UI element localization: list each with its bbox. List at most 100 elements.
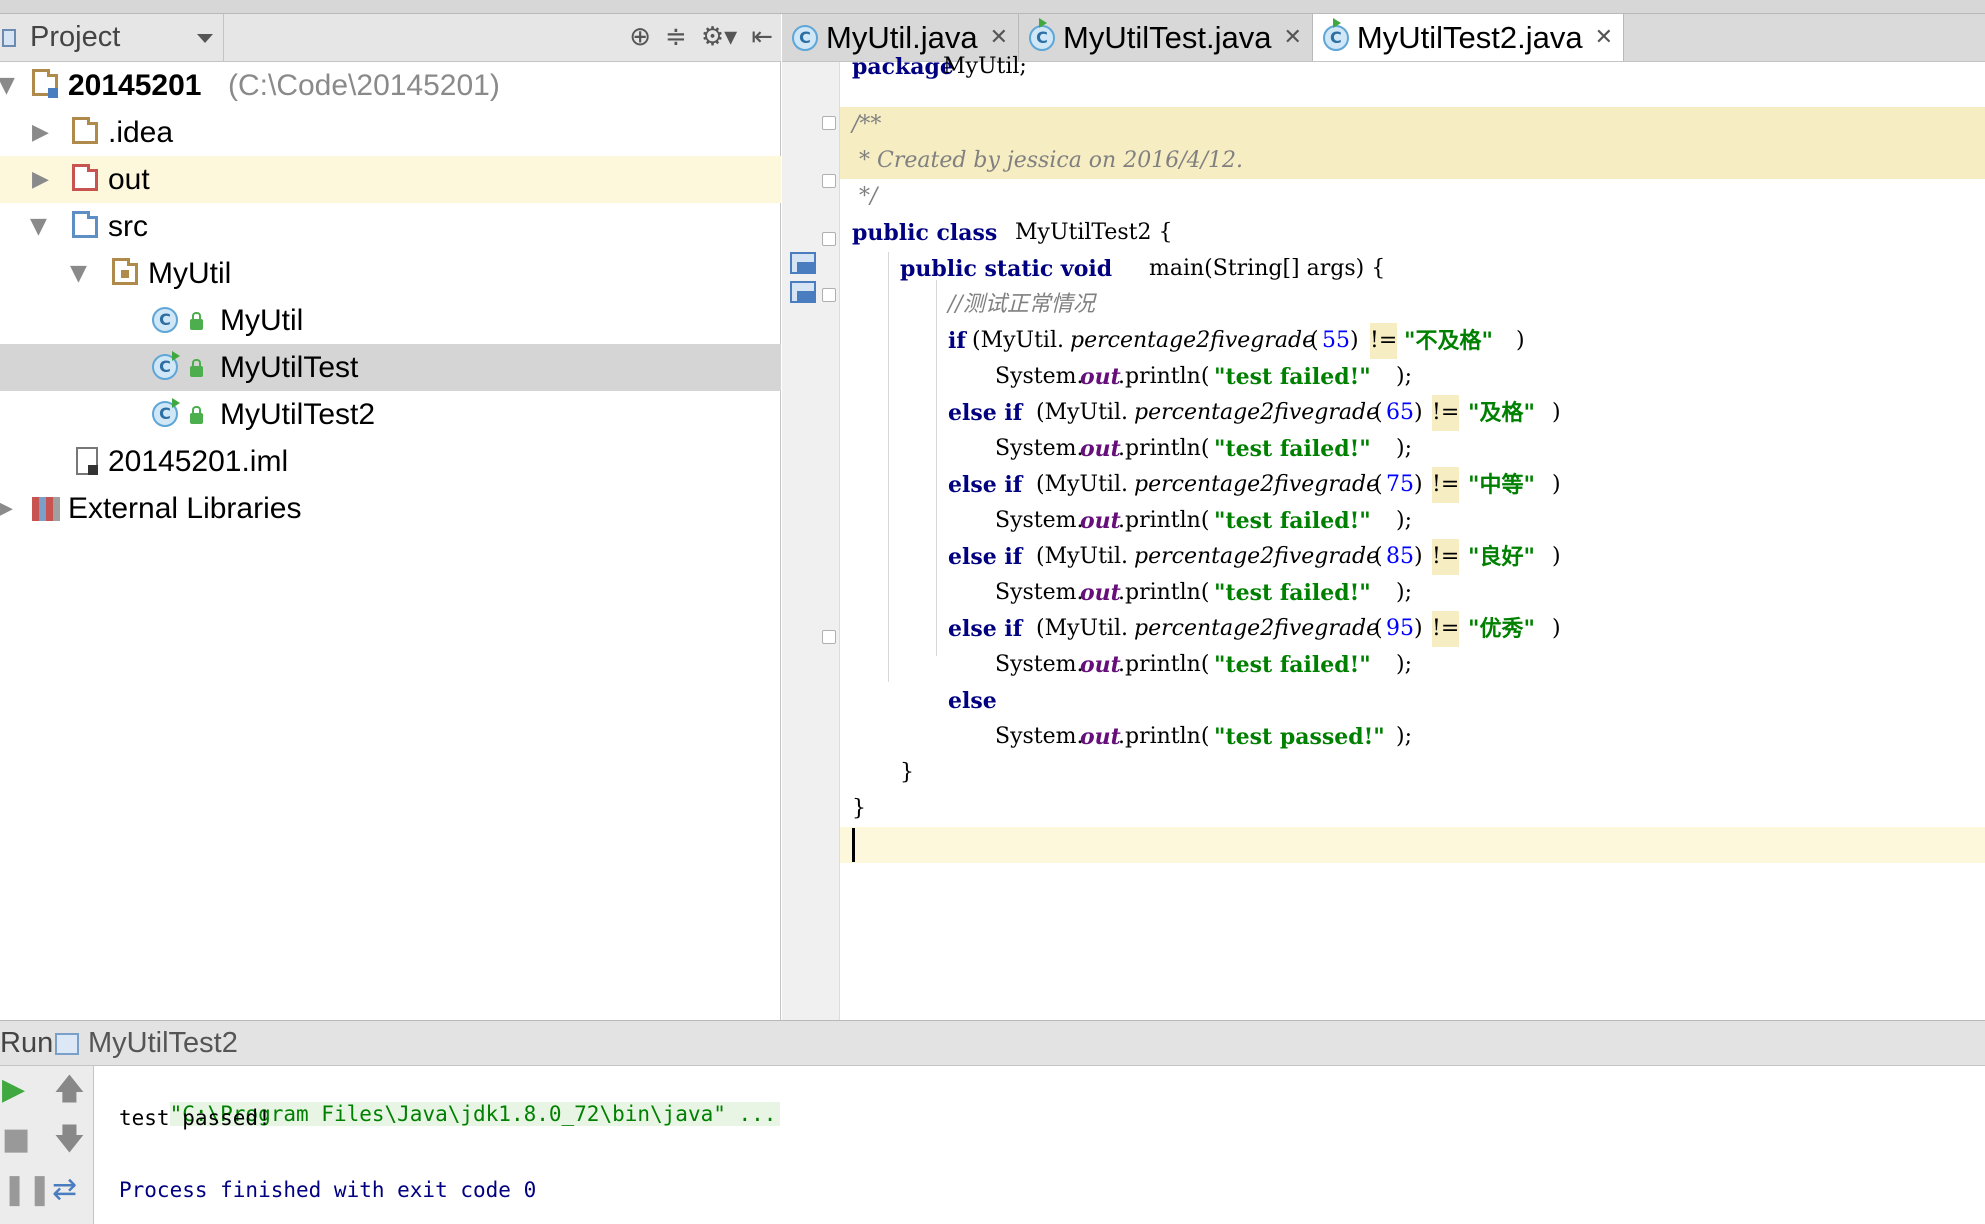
module-marker-icon xyxy=(48,88,58,98)
code-line: else if (MyUtil. percentage2fivegrade ( … xyxy=(840,395,1985,431)
tree-item-iml[interactable]: 20145201.iml xyxy=(0,438,781,485)
run-method-gutter-icon[interactable] xyxy=(790,281,816,303)
tree-item-label: MyUtilTest xyxy=(220,350,359,384)
soft-wrap-icon[interactable]: ⇄ xyxy=(52,1174,77,1206)
console-exit-line: Process finished with exit code 0 xyxy=(119,1178,537,1202)
editor-gutter xyxy=(782,62,840,1020)
tree-item-class-myutiltest[interactable]: C MyUtilTest xyxy=(0,344,781,391)
fold-marker-icon[interactable] xyxy=(822,630,836,644)
run-icon[interactable]: ▶ xyxy=(2,1074,25,1106)
tree-item-out[interactable]: ▶ out xyxy=(0,156,781,203)
close-icon[interactable]: ✕ xyxy=(1595,25,1613,50)
code-line: //测试正常情况 xyxy=(948,292,1095,317)
code-line: System. out .println( "test failed!" ); xyxy=(995,508,1412,534)
tree-item-label: 20145201.iml xyxy=(108,444,289,478)
tree-item-label: MyUtil xyxy=(220,303,304,337)
expand-arrow-icon[interactable]: ▼ xyxy=(30,214,47,239)
tree-item-path: (C:\Code\20145201) xyxy=(228,68,500,102)
collapse-icon[interactable]: ≑ xyxy=(665,22,687,52)
fold-marker-icon[interactable] xyxy=(822,116,836,130)
run-marker-icon xyxy=(172,351,180,361)
run-panel-header: Run MyUtilTest2 xyxy=(0,1020,1985,1066)
project-view-selector[interactable]: Project xyxy=(0,14,224,61)
code-line: System. out .println( "test failed!" ); xyxy=(995,652,1412,678)
up-arrow-icon[interactable]: 🡅 xyxy=(54,1074,85,1106)
tree-item-label: MyUtil xyxy=(148,256,232,290)
code-line: else xyxy=(948,688,997,714)
run-class-gutter-icon[interactable] xyxy=(790,252,816,274)
code-line: if (MyUtil. percentage2fivegrade ( 55 ) … xyxy=(840,323,1985,359)
run-console[interactable]: "C:\Program Files\Java\jdk1.8.0_72\bin\j… xyxy=(95,1066,1985,1224)
source-folder-icon xyxy=(72,211,98,238)
tree-item-label: out xyxy=(108,162,150,196)
runnable-class-icon: C xyxy=(1029,24,1056,51)
tree-item-label: src xyxy=(108,209,148,243)
project-tree: ▼ 20145201 (C:\Code\20145201) ▶ .idea ▶ … xyxy=(0,62,781,1020)
fold-marker-icon[interactable] xyxy=(822,232,836,246)
stop-icon[interactable]: ■ xyxy=(2,1124,30,1156)
project-toolbar: ⊕ ≑ ⚙▾ ⇤ xyxy=(629,22,773,52)
lock-icon xyxy=(190,359,203,377)
close-icon[interactable]: ✕ xyxy=(1283,25,1301,50)
hide-icon[interactable]: ⇤ xyxy=(751,22,773,52)
collapsed-arrow-icon[interactable]: ▶ xyxy=(0,496,13,521)
excluded-folder-icon xyxy=(72,164,98,191)
project-icon xyxy=(2,28,16,47)
window-top-strip xyxy=(0,0,1985,14)
code-line: public class MyUtilTest2 { xyxy=(852,220,1173,246)
collapsed-arrow-icon[interactable]: ▶ xyxy=(32,120,49,145)
run-marker-icon xyxy=(1332,18,1341,28)
run-marker-icon xyxy=(172,398,180,408)
class-icon: C xyxy=(792,24,818,51)
code-line: * Created by jessica on 2016/4/12. xyxy=(840,143,1985,179)
tree-item-idea[interactable]: ▶ .idea xyxy=(0,109,781,156)
run-marker-icon xyxy=(1039,18,1048,28)
code-line: package MyUtil; xyxy=(852,54,1027,80)
code-line: } xyxy=(852,796,866,821)
tree-item-root[interactable]: ▼ 20145201 (C:\Code\20145201) xyxy=(0,62,781,109)
project-panel-title: Project xyxy=(30,21,121,53)
tree-item-external-libraries[interactable]: ▶ External Libraries xyxy=(0,485,781,532)
iml-file-icon xyxy=(76,447,98,475)
expand-arrow-icon[interactable]: ▼ xyxy=(0,73,15,98)
down-arrow-icon[interactable]: 🡇 xyxy=(54,1124,85,1156)
tree-item-package[interactable]: ▼ MyUtil xyxy=(0,250,781,297)
tree-item-src[interactable]: ▼ src xyxy=(0,203,781,250)
run-panel-title: Run xyxy=(0,1026,54,1059)
code-line: else if (MyUtil. percentage2fivegrade ( … xyxy=(840,467,1985,503)
tree-item-class-myutiltest2[interactable]: C MyUtilTest2 xyxy=(0,391,781,438)
tree-item-class-myutil[interactable]: C MyUtil xyxy=(0,297,781,344)
fold-marker-icon[interactable] xyxy=(822,288,836,302)
class-icon: C xyxy=(152,307,178,333)
gear-icon[interactable]: ⚙▾ xyxy=(701,22,737,52)
expand-arrow-icon[interactable]: ▼ xyxy=(70,261,87,286)
tree-item-label: .idea xyxy=(108,115,174,149)
lock-icon xyxy=(190,406,203,424)
project-panel-header: Project ⊕ ≑ ⚙▾ ⇤ xyxy=(0,14,781,62)
current-code-line xyxy=(840,827,1985,863)
run-config-icon xyxy=(55,1033,79,1055)
locate-icon[interactable]: ⊕ xyxy=(629,22,651,52)
code-line: /** xyxy=(840,107,1985,143)
code-line: else if (MyUtil. percentage2fivegrade ( … xyxy=(840,539,1985,575)
console-output-line: test passed! xyxy=(119,1106,271,1130)
code-line: System. out .println( "test failed!" ); xyxy=(995,436,1412,462)
chevron-down-icon[interactable] xyxy=(197,34,213,43)
run-config-name[interactable]: MyUtilTest2 xyxy=(88,1027,238,1060)
code-line: System. out .println( "test failed!" ); xyxy=(995,364,1412,390)
libraries-icon xyxy=(32,497,60,521)
tree-item-label: External Libraries xyxy=(68,491,302,525)
code-line: public static void main(String[] args) { xyxy=(900,256,1386,282)
code-line: } xyxy=(900,760,914,785)
close-icon[interactable]: ✕ xyxy=(990,25,1008,50)
collapsed-arrow-icon[interactable]: ▶ xyxy=(32,167,49,192)
tree-item-label: 20145201 xyxy=(68,68,202,102)
fold-marker-icon[interactable] xyxy=(822,174,836,188)
code-editor[interactable]: package MyUtil; /** * Created by jessica… xyxy=(840,54,1985,1020)
code-line: */ xyxy=(852,184,878,209)
folder-icon xyxy=(72,117,98,144)
runnable-class-icon: C xyxy=(1322,24,1349,51)
package-icon xyxy=(112,258,138,285)
pause-icon[interactable]: ❚❚ xyxy=(2,1174,52,1206)
code-line: else if (MyUtil. percentage2fivegrade ( … xyxy=(840,611,1985,647)
